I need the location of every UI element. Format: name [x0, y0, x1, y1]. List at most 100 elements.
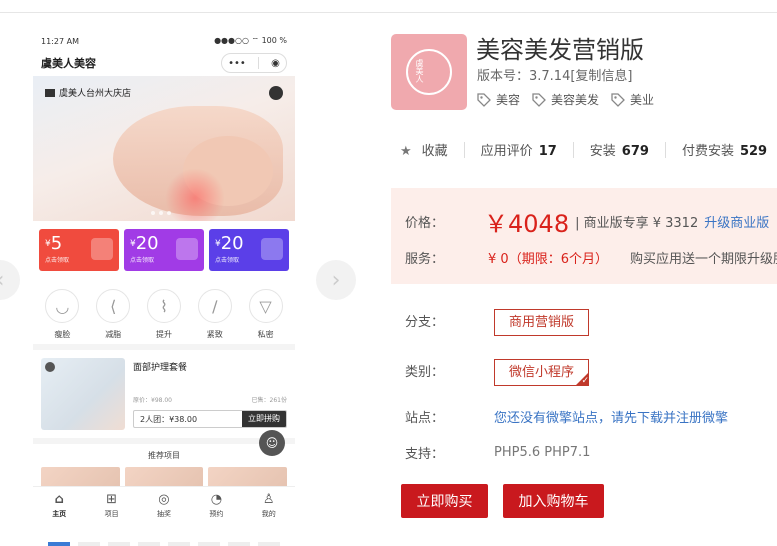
- paid-install-stat: 付费安装 529: [681, 144, 768, 159]
- more-dots-icon[interactable]: •••: [228, 58, 246, 69]
- music-icon[interactable]: [269, 86, 283, 100]
- user-icon: ♙: [262, 491, 275, 507]
- preview-thumb[interactable]: [108, 542, 130, 546]
- preview-thumbnails: [48, 542, 280, 546]
- banner-indicator: [151, 211, 171, 215]
- body-slim-icon: ⟨: [96, 289, 131, 323]
- lift-icon: ⌇: [146, 289, 181, 323]
- home-icon: ⌂: [54, 491, 64, 507]
- grid-icon: ⊞: [106, 491, 118, 507]
- phone-tabbar: ⌂ 主页 ⊞ 项目 ◎ 抽奖 ◔ 预约 ♙ 我的: [33, 486, 295, 524]
- category-item[interactable]: ⌇ 提升: [146, 289, 181, 340]
- category-field: 类别： 微信小程序 ✓: [405, 359, 590, 386]
- service-label: 服务：: [405, 252, 445, 267]
- group-buy-button[interactable]: 立即拼购: [242, 411, 286, 427]
- coupon-card[interactable]: ¥20 点击领取: [209, 229, 289, 271]
- category-row: ◡ 瘦脸 ⟨ 减脂 ⌇ 提升 ∕ 紧致 ▽ 私密: [33, 277, 295, 344]
- preview-thumb[interactable]: [228, 542, 250, 546]
- tab-mine[interactable]: ♙ 我的: [262, 491, 276, 519]
- status-time: 11:27 AM: [41, 36, 79, 46]
- app-version[interactable]: 版本号：3.7.14[复制信息]: [477, 65, 633, 84]
- install-stat: 安装 679: [589, 144, 649, 159]
- private-care-icon: ▽: [248, 289, 283, 323]
- favorite-button[interactable]: ★ 收藏: [400, 140, 448, 159]
- tab-booking[interactable]: ◔ 预约: [209, 491, 223, 519]
- tag-item[interactable]: 美业: [611, 91, 654, 108]
- preview-thumb[interactable]: [258, 542, 280, 546]
- site-link[interactable]: 您还没有微擎站点，请先下载并注册微擎: [494, 407, 728, 426]
- customer-service-icon[interactable]: ☺: [259, 430, 285, 456]
- tab-lottery[interactable]: ◎ 抽奖: [157, 491, 171, 519]
- upgrade-link[interactable]: 升级商业版: [704, 212, 769, 231]
- hero-banner[interactable]: 虞美人台州大庆店: [33, 76, 295, 221]
- category-option[interactable]: 微信小程序 ✓: [494, 359, 590, 386]
- group-buy-bar[interactable]: 2人团：¥38.00 立即拼购: [133, 410, 287, 428]
- category-item[interactable]: ∕ 紧致: [197, 289, 232, 340]
- coupon-row: ¥5 点击领取 ¥20 点击领取 ¥20 点击领取: [33, 221, 295, 277]
- tag-item[interactable]: 美容: [477, 91, 520, 108]
- branch-option[interactable]: 商用营销版: [494, 309, 590, 336]
- store-icon: [45, 88, 55, 97]
- branch-field: 分支： 商用营销版: [405, 309, 590, 336]
- stats-bar: ★ 收藏 应用评价 17 安装 679 付费安装 529: [400, 140, 767, 159]
- gift-icon: [176, 238, 198, 260]
- category-item[interactable]: ▽ 私密: [248, 289, 283, 340]
- rating-stat[interactable]: 应用评价 17: [481, 140, 557, 159]
- coupon-card[interactable]: ¥20 点击领取: [124, 229, 204, 271]
- site-field: 站点： 您还没有微擎站点，请先下载并注册微擎: [405, 407, 728, 426]
- tag-item[interactable]: 美容美发: [532, 91, 599, 108]
- close-target-icon[interactable]: ◉: [271, 58, 280, 69]
- service-value: ¥ 0（期限：6个月）: [488, 252, 608, 267]
- app-icon: 虞美人: [391, 34, 467, 110]
- product-card[interactable]: 面部护理套餐 原价：¥98.00 已售：261份 2人团：¥38.00 立即拼购: [33, 344, 295, 438]
- preview-thumb[interactable]: [168, 542, 190, 546]
- support-field: 支持： PHP5.6 PHP7.1: [405, 445, 591, 462]
- coupon-card[interactable]: ¥5 点击领取: [39, 229, 119, 271]
- lottery-icon: ◎: [158, 491, 170, 507]
- pro-price-note: | 商业版专享 ¥ 3312: [575, 216, 699, 231]
- phone-status-bar: 11:27 AM ●●●○○ ⌔ 100 %: [33, 32, 295, 50]
- group-price: 2人团：¥38.00: [140, 414, 198, 424]
- carousel-prev-arrow[interactable]: ‹: [0, 260, 20, 300]
- miniapp-capsule[interactable]: ••• ◉: [221, 53, 287, 73]
- category-item[interactable]: ◡ 瘦脸: [45, 289, 80, 340]
- coupon-amount: 20: [220, 233, 244, 254]
- clock-icon: ◔: [210, 491, 223, 507]
- add-to-cart-button[interactable]: 加入购物车: [503, 484, 604, 518]
- tag-icon: [611, 92, 625, 107]
- tag-icon: [532, 92, 546, 107]
- support-value: PHP5.6 PHP7.1: [494, 445, 591, 460]
- face-slim-icon: ◡: [45, 289, 80, 323]
- product-original-price: 原价：¥98.00: [133, 397, 172, 404]
- preview-thumb[interactable]: [138, 542, 160, 546]
- product-image: [41, 358, 125, 430]
- recommend-title: 推荐项目: [148, 451, 180, 460]
- app-logo: 虞美人: [406, 49, 452, 95]
- preview-thumb[interactable]: [78, 542, 100, 546]
- check-icon: ✓: [575, 372, 590, 386]
- tag-icon: [477, 92, 491, 107]
- group-badge-icon: [45, 362, 55, 372]
- firming-icon: ∕: [197, 289, 232, 323]
- phone-header: 虞美人美容 ••• ◉: [33, 50, 295, 76]
- buy-now-button[interactable]: 立即购买: [401, 484, 488, 518]
- preview-thumb[interactable]: [48, 542, 70, 546]
- app-title: 美容美发营销版: [476, 36, 644, 64]
- phone-app-name: 虞美人美容: [41, 57, 96, 70]
- status-indicators: ●●●○○ ⌔ 100 %: [214, 36, 287, 45]
- product-name: 面部护理套餐: [133, 363, 188, 373]
- coupon-amount: 20: [135, 233, 159, 254]
- star-icon: ★: [400, 144, 412, 159]
- price-box: 价格： ￥4048 | 商业版专享 ¥ 3312 升级商业版 服务： ¥ 0（期…: [391, 188, 777, 284]
- product-sold-count: 已售：261份: [251, 397, 287, 404]
- tab-projects[interactable]: ⊞ 项目: [105, 491, 119, 519]
- preview-thumb[interactable]: [198, 542, 220, 546]
- phone-preview: 11:27 AM ●●●○○ ⌔ 100 % 虞美人美容 ••• ◉ 虞美人台州…: [33, 32, 295, 524]
- carousel-next-arrow[interactable]: ›: [316, 260, 356, 300]
- coupon-amount: 5: [50, 233, 63, 254]
- tag-list: 美容 美容美发 美业: [477, 91, 654, 108]
- store-label: 虞美人台州大庆店: [45, 86, 131, 99]
- price-label: 价格：: [405, 216, 445, 231]
- category-item[interactable]: ⟨ 减脂: [96, 289, 131, 340]
- tab-home[interactable]: ⌂ 主页: [52, 491, 66, 519]
